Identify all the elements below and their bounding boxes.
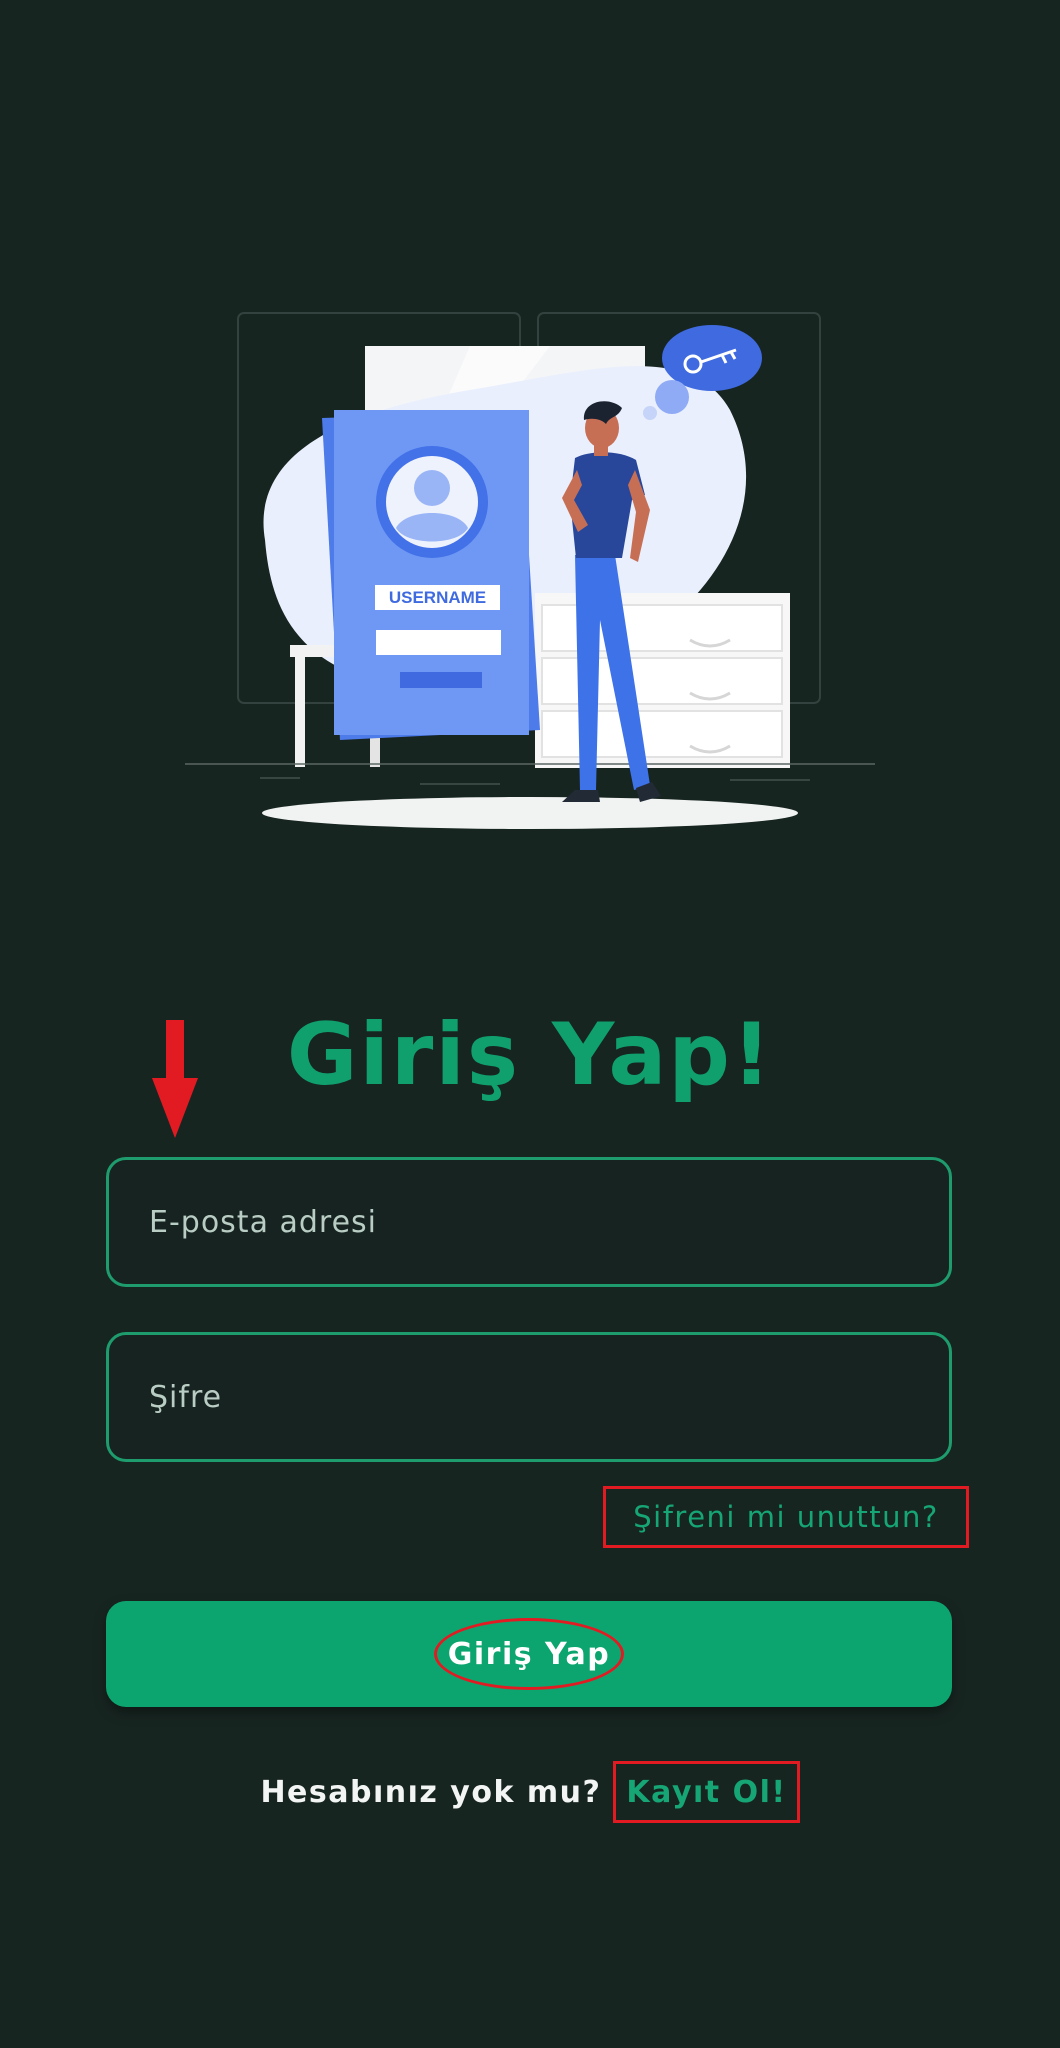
username-badge-text: USERNAME — [389, 588, 486, 607]
password-input[interactable] — [109, 1335, 949, 1459]
password-field[interactable] — [106, 1332, 952, 1462]
email-input[interactable] — [109, 1160, 949, 1284]
signup-row: Hesabınız yok mu? Kayıt Ol! — [0, 1760, 1060, 1824]
login-button-label: Giriş Yap — [434, 1618, 624, 1690]
login-illustration: USERNAME — [185, 312, 875, 829]
forgot-password-link[interactable]: Şifreni mi unuttun? — [603, 1486, 969, 1548]
email-field[interactable] — [106, 1157, 952, 1287]
signup-question: Hesabınız yok mu? — [260, 1774, 602, 1810]
login-button[interactable]: Giriş Yap — [106, 1601, 952, 1707]
annotation-arrow-icon — [152, 1020, 198, 1138]
signup-link[interactable]: Kayıt Ol! — [613, 1761, 800, 1823]
